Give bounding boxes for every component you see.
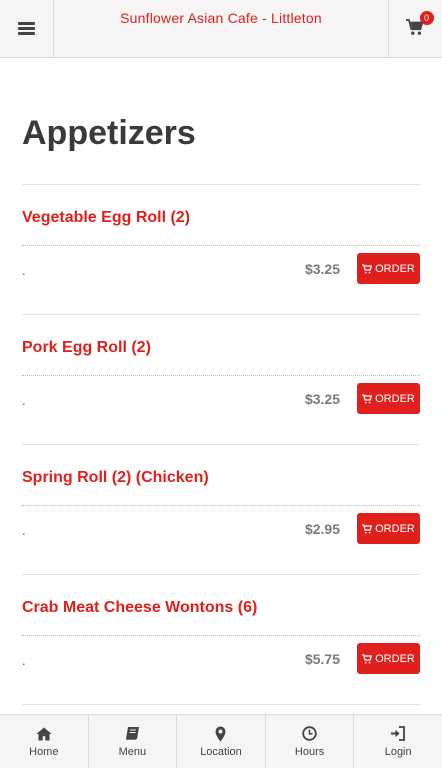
bottom-nav: Home Menu Location Hours Login [0, 714, 442, 768]
order-button-label: ORDER [375, 262, 415, 275]
dotted-divider [22, 245, 420, 246]
cart-plus-icon [362, 393, 373, 403]
restaurant-title: Sunflower Asian Cafe - Littleton [120, 10, 322, 26]
tab-hours-label: Hours [294, 746, 325, 758]
tab-location-label: Location [200, 746, 242, 758]
item-name[interactable]: Crab Meat Cheese Wontons (6) [22, 599, 257, 617]
menu-item: Crab Meat Cheese Wontons (6) . $5.75 ORD… [22, 575, 420, 705]
home-icon [36, 727, 52, 740]
tab-login-label: Login [384, 746, 412, 758]
order-button-label: ORDER [375, 652, 415, 665]
cart-count-badge: 0 [419, 10, 434, 25]
menu-item: Spring Roll (2) (Chicken) . $2.95 ORDER [22, 445, 420, 575]
cart-button[interactable]: 0 [388, 0, 442, 57]
order-button[interactable]: ORDER [357, 513, 420, 544]
tab-menu[interactable]: Menu [89, 715, 178, 768]
order-button-label: ORDER [375, 392, 415, 405]
book-icon [125, 727, 139, 740]
menu-item: Vegetable Egg Roll (2) . $3.25 ORDER [22, 185, 420, 315]
item-description: . [22, 263, 26, 278]
tab-menu-label: Menu [118, 746, 147, 758]
tab-home[interactable]: Home [0, 715, 89, 768]
menu-button[interactable] [0, 0, 54, 57]
item-name[interactable]: Pork Egg Roll (2) [22, 339, 151, 357]
item-price: $3.25 [304, 391, 340, 407]
cart-plus-icon [362, 263, 373, 273]
item-description: . [22, 523, 26, 538]
item-name[interactable]: Vegetable Egg Roll (2) [22, 209, 190, 227]
top-bar: Sunflower Asian Cafe - Littleton 0 [0, 0, 442, 58]
order-button[interactable]: ORDER [357, 643, 420, 674]
dotted-divider [22, 505, 420, 506]
tab-location[interactable]: Location [177, 715, 266, 768]
item-price: $2.95 [304, 521, 340, 537]
map-pin-icon [215, 726, 226, 741]
item-price: $5.75 [304, 651, 340, 667]
cart-plus-icon [362, 523, 373, 533]
menu-content: Appetizers Vegetable Egg Roll (2) . $3.2… [22, 58, 420, 705]
tab-hours[interactable]: Hours [266, 715, 355, 768]
hamburger-icon [18, 22, 35, 35]
tab-home-label: Home [29, 746, 59, 758]
clock-icon [302, 726, 317, 741]
cart-plus-icon [362, 653, 373, 663]
page-title: Appetizers [22, 114, 196, 152]
item-description: . [22, 393, 26, 408]
item-price: $3.25 [304, 261, 340, 277]
dotted-divider [22, 375, 420, 376]
menu-item: Pork Egg Roll (2) . $3.25 ORDER [22, 315, 420, 445]
order-button[interactable]: ORDER [357, 253, 420, 284]
order-button-label: ORDER [375, 522, 415, 535]
order-button[interactable]: ORDER [357, 383, 420, 414]
login-icon [391, 726, 406, 741]
tab-login[interactable]: Login [354, 715, 442, 768]
item-name[interactable]: Spring Roll (2) (Chicken) [22, 469, 209, 487]
item-description: . [22, 653, 26, 668]
dotted-divider [22, 635, 420, 636]
